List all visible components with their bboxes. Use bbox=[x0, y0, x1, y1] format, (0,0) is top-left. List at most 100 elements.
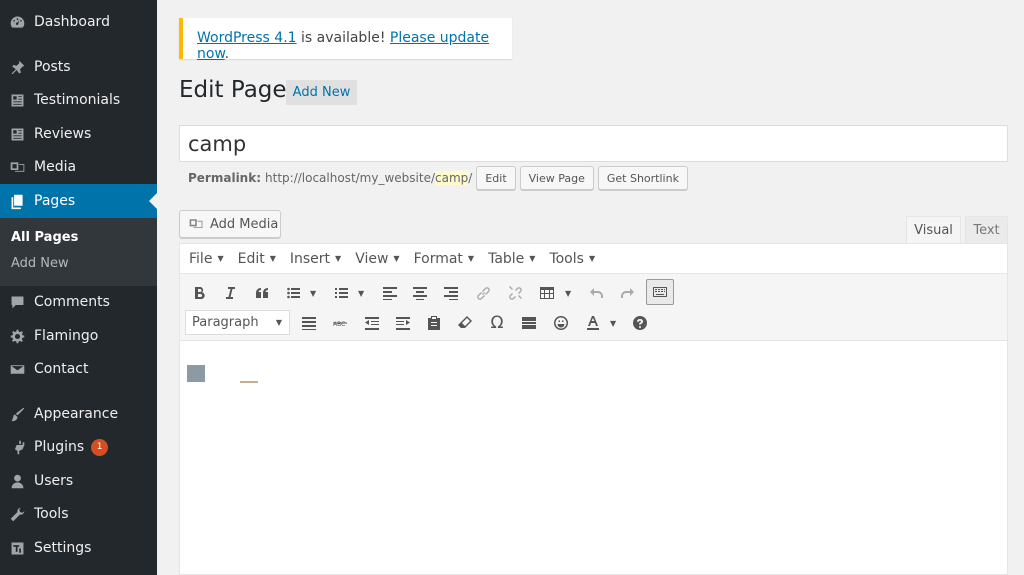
sidebar-item-posts[interactable]: Posts bbox=[0, 50, 157, 84]
menu-insert[interactable]: Insert ▼ bbox=[290, 251, 341, 267]
sidebar-item-dashboard[interactable]: Dashboard bbox=[0, 5, 157, 39]
title-input[interactable] bbox=[179, 125, 1008, 162]
permalink-url-prefix: http://localhost/my_website/ bbox=[265, 171, 436, 185]
update-notice: WordPress 4.1 is available! Please updat… bbox=[179, 18, 512, 62]
format-select-value: Paragraph bbox=[192, 315, 259, 330]
chevron-down-icon: ▼ bbox=[217, 254, 224, 263]
menu-label: View bbox=[355, 250, 389, 267]
sidebar-item-plugins[interactable]: Plugins 1 bbox=[0, 430, 157, 464]
bullet-list-icon[interactable] bbox=[281, 280, 307, 306]
editor-content-area[interactable] bbox=[180, 341, 1007, 574]
comments-icon bbox=[0, 294, 34, 311]
undo-icon[interactable] bbox=[584, 280, 610, 306]
sidebar-item-label: Flamingo bbox=[34, 328, 99, 344]
format-select[interactable]: Paragraph ▼ bbox=[185, 310, 290, 335]
chevron-down-icon: ▼ bbox=[335, 254, 342, 263]
menu-file[interactable]: File ▼ bbox=[189, 251, 224, 267]
tab-text[interactable]: Text bbox=[965, 216, 1008, 244]
edit-permalink-button[interactable]: Edit bbox=[476, 166, 516, 190]
link-icon[interactable] bbox=[470, 280, 496, 306]
permalink-label: Permalink: bbox=[188, 171, 262, 185]
permalink-row: Permalink: http://localhost/my_website/c… bbox=[188, 166, 688, 190]
indent-icon[interactable] bbox=[390, 310, 416, 336]
chevron-down-icon: ▼ bbox=[467, 254, 475, 263]
align-left-icon[interactable] bbox=[377, 280, 403, 306]
align-center-icon[interactable] bbox=[407, 280, 433, 306]
special-character-icon[interactable]: Ω bbox=[484, 310, 510, 336]
sidebar-item-pages[interactable]: Pages bbox=[0, 184, 157, 218]
chevron-down-icon: ▼ bbox=[269, 254, 276, 263]
chevron-down-icon[interactable]: ▼ bbox=[310, 289, 316, 298]
sidebar-item-label: Media bbox=[34, 159, 77, 175]
emoticon-icon[interactable] bbox=[548, 310, 574, 336]
sidebar-item-label: Users bbox=[34, 473, 74, 489]
media-icon bbox=[0, 159, 34, 176]
permalink-url-suffix: / bbox=[468, 171, 473, 185]
editor-toolbar: ▼ ▼ ▼ Paragraph ▼ ABC Ω ▼ bbox=[180, 274, 1007, 341]
chevron-down-icon[interactable]: ▼ bbox=[358, 289, 364, 298]
sidebar-item-contact[interactable]: Contact bbox=[0, 352, 157, 386]
sidebar-item-label: Reviews bbox=[34, 126, 92, 142]
menu-tools[interactable]: Tools ▼ bbox=[549, 251, 595, 267]
numbered-list-icon[interactable] bbox=[329, 280, 355, 306]
sidebar-item-label: Testimonials bbox=[34, 92, 121, 108]
sidebar-item-appearance[interactable]: Appearance bbox=[0, 397, 157, 431]
clear-formatting-icon[interactable] bbox=[452, 310, 478, 336]
sidebar-item-reviews[interactable]: Reviews bbox=[0, 117, 157, 151]
content-placeholder-line bbox=[240, 381, 258, 383]
paste-text-icon[interactable] bbox=[421, 310, 447, 336]
add-new-button[interactable]: Add New bbox=[286, 80, 357, 105]
notice-text: is available! bbox=[296, 30, 390, 46]
chevron-down-icon[interactable]: ▼ bbox=[610, 319, 616, 328]
wordpress-version-link[interactable]: WordPress 4.1 bbox=[197, 30, 297, 46]
menu-format[interactable]: Format ▼ bbox=[414, 251, 475, 267]
menu-table[interactable]: Table ▼ bbox=[488, 251, 535, 267]
sidebar-item-users[interactable]: Users bbox=[0, 464, 157, 498]
align-justify-icon[interactable] bbox=[296, 310, 322, 336]
sidebar-item-label: Contact bbox=[34, 361, 89, 377]
sidebar-item-flamingo[interactable]: Flamingo bbox=[0, 319, 157, 353]
svg-text:ABC: ABC bbox=[333, 321, 345, 328]
menu-label: File bbox=[189, 250, 213, 267]
plugin-icon bbox=[0, 439, 34, 456]
add-media-button[interactable]: Add Media bbox=[179, 210, 281, 238]
add-media-label: Add Media bbox=[210, 216, 279, 232]
sidebar-item-settings[interactable]: Settings bbox=[0, 531, 157, 565]
table-icon[interactable] bbox=[534, 280, 560, 306]
submenu-add-new[interactable]: Add New bbox=[11, 256, 69, 271]
reviews-icon bbox=[0, 126, 34, 143]
chevron-down-icon: ▼ bbox=[588, 254, 596, 263]
active-indicator bbox=[149, 193, 157, 209]
sidebar-item-label: Posts bbox=[34, 59, 71, 75]
unlink-icon[interactable] bbox=[502, 280, 528, 306]
toolbar-toggle-icon[interactable] bbox=[646, 279, 674, 305]
menu-label: Table bbox=[488, 250, 525, 267]
outdent-icon[interactable] bbox=[359, 310, 385, 336]
text-color-icon[interactable] bbox=[580, 310, 606, 336]
read-more-icon[interactable] bbox=[516, 310, 542, 336]
chevron-down-icon[interactable]: ▼ bbox=[565, 289, 571, 298]
sidebar-item-testimonials[interactable]: Testimonials bbox=[0, 83, 157, 117]
sidebar-item-comments[interactable]: Comments bbox=[0, 285, 157, 319]
get-shortlink-button[interactable]: Get Shortlink bbox=[597, 166, 688, 190]
tab-visual[interactable]: Visual bbox=[906, 216, 961, 244]
sidebar-item-media[interactable]: Media bbox=[0, 150, 157, 184]
menu-edit[interactable]: Edit ▼ bbox=[238, 251, 276, 267]
strikethrough-icon[interactable]: ABC bbox=[327, 310, 353, 336]
menu-view[interactable]: View ▼ bbox=[355, 251, 399, 267]
align-right-icon[interactable] bbox=[438, 280, 464, 306]
page-title: Edit Page bbox=[179, 77, 287, 103]
redo-icon[interactable] bbox=[614, 280, 640, 306]
menu-label: Tools bbox=[549, 250, 584, 267]
submenu-all-pages[interactable]: All Pages bbox=[11, 230, 78, 245]
italic-icon[interactable] bbox=[217, 280, 243, 306]
permalink-slug[interactable]: camp bbox=[435, 171, 469, 185]
help-icon[interactable] bbox=[627, 310, 653, 336]
view-page-button[interactable]: View Page bbox=[519, 166, 594, 190]
bold-icon[interactable] bbox=[187, 280, 213, 306]
blockquote-icon[interactable] bbox=[249, 280, 275, 306]
brush-icon bbox=[0, 406, 34, 423]
chevron-down-icon: ▼ bbox=[393, 254, 400, 263]
sidebar-item-tools[interactable]: Tools bbox=[0, 497, 157, 531]
testimonial-icon bbox=[0, 92, 34, 109]
